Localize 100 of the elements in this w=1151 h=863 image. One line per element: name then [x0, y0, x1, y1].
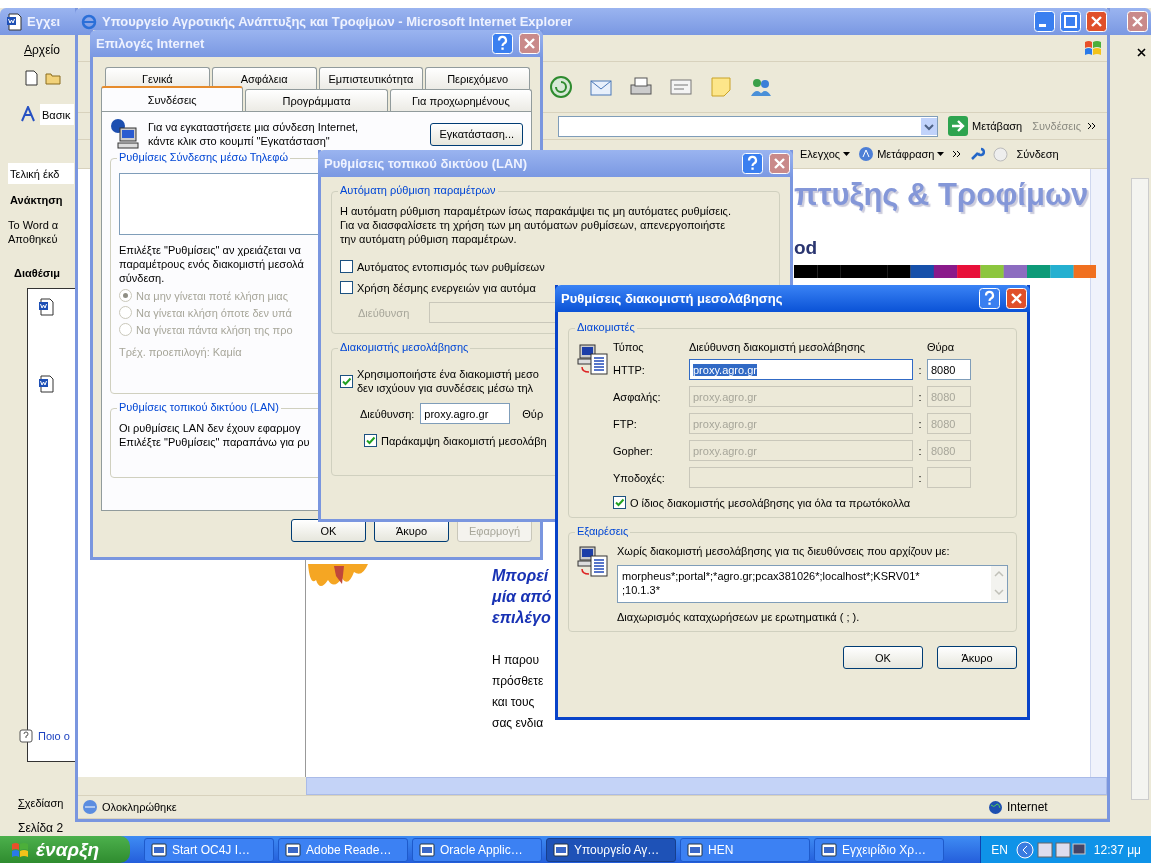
taskbar-button[interactable]: Oracle Applic… [412, 837, 542, 862]
separator-text: : [917, 471, 923, 484]
checkbox[interactable] [340, 281, 353, 294]
app-icon [687, 841, 703, 858]
close-icon[interactable] [769, 153, 790, 174]
checkbox-label[interactable]: Ο ίδιος διακομιστής μεσολάβησης για όλα τα πρωτόκολλα [630, 496, 911, 509]
checkbox[interactable] [340, 260, 353, 273]
pane-title: Ανάκτηση [10, 194, 63, 206]
help-icon[interactable] [742, 153, 763, 174]
close-icon[interactable] [1086, 11, 1107, 32]
lead-text: Μπορεί [492, 567, 549, 585]
word-document-icon [38, 375, 54, 393]
display-field[interactable]: Τελική έκδ [8, 163, 74, 184]
taskbar-button[interactable]: Εγχειρίδιο Χρ… [814, 837, 944, 862]
column-header: Τύπος [613, 341, 645, 353]
wrench-icon[interactable] [969, 146, 986, 162]
help-link[interactable]: Ποιο ο [38, 730, 70, 742]
separator-text: : [917, 390, 923, 403]
checkbox-label[interactable]: Χρήση δέσμης ενεργειών για αυτόμα [357, 281, 536, 294]
tray-icons-drawing[interactable] [1015, 840, 1086, 859]
word-document-icon [6, 12, 22, 31]
dropdown-icon[interactable] [921, 117, 937, 135]
exceptions-label: Χωρίς διακομιστή μεσολάβησης για τις διευθύνσεις που αρχίζουν με: [617, 545, 951, 557]
tab[interactable]: Ασφάλεια [211, 67, 317, 89]
setup-button[interactable]: Εγκατάσταση... [430, 122, 523, 146]
hint-text: Επιλέξτε "Ρυθμίσεις" αν χρειάζεται να παραμέτρους ενός διακομιστή μεσολά σύνδεση. [119, 243, 304, 285]
status-text: Σελίδα 2 [18, 821, 64, 835]
start-button[interactable]: έναρξη [0, 836, 130, 863]
clock: 12:37 μμ [1093, 842, 1141, 857]
checkbox-label[interactable]: Παράκαμψη διακομιστή μεσολάβη [381, 434, 547, 447]
checkbox[interactable] [340, 374, 353, 388]
body-text: Η παρου [492, 653, 540, 667]
view-label[interactable]: Σχεδίαση [18, 797, 64, 809]
tab[interactable]: Προγράμματα [245, 89, 388, 111]
zone-label: Internet [1007, 800, 1049, 814]
body-text: και τους [492, 695, 535, 709]
port-field[interactable]: 8080 [927, 359, 971, 380]
caret-icon[interactable] [843, 152, 851, 156]
taskbar-button[interactable]: Υπουργείο Αγ… [546, 837, 676, 862]
checkbox[interactable] [613, 496, 626, 509]
sign-in-button[interactable]: Σύνδεση [1016, 148, 1059, 160]
checkbox[interactable] [364, 434, 377, 447]
tab[interactable]: Περιεχόμενο [425, 67, 530, 89]
toolbar-item[interactable]: Ελεγχος [800, 148, 841, 160]
dialog-button[interactable]: Άκυρο [937, 646, 1017, 669]
caret-icon[interactable] [937, 152, 945, 156]
close-document-icon[interactable] [1137, 48, 1146, 57]
folder-icon[interactable] [45, 71, 62, 85]
tab[interactable]: Για προχωρημένους [389, 89, 532, 111]
styles-icon[interactable] [20, 106, 37, 122]
dialog-button[interactable]: OK [843, 646, 923, 669]
tab[interactable]: Συνδέσεις [101, 86, 244, 111]
tab[interactable]: Εμπιστευτικότητα [318, 67, 424, 89]
style-field[interactable]: Βασικ [40, 104, 74, 125]
row-label: Gopher: [613, 444, 654, 457]
help-icon[interactable] [492, 33, 513, 54]
network-computer-icon [577, 545, 611, 579]
lead-text: επιλέγο [492, 609, 551, 627]
chevron-icon[interactable] [952, 150, 962, 158]
minimize-icon[interactable] [1034, 11, 1055, 32]
body-text: σας ενδια [492, 716, 544, 730]
exceptions-text: morpheus*;portal*;*agro.gr;pcax381026*;localhost*;KSRV01* ;10.1.3* [621, 569, 921, 598]
window-title: Εγχει [27, 14, 61, 29]
checkbox-label[interactable]: Χρησιμοποιήστε ένα διακομιστή μεσο δεν ισχύουν για συνδέσεις μέσω τηλ [357, 367, 539, 395]
horizontal-scrollbar[interactable] [306, 777, 1107, 795]
new-document-icon[interactable] [25, 70, 38, 86]
scrollbar[interactable] [1090, 169, 1107, 777]
close-icon[interactable] [1006, 288, 1027, 309]
row-label: Ασφαλής: [613, 390, 662, 403]
body-text: πρόσθετε [492, 674, 544, 688]
network-computer-icon [577, 342, 611, 377]
close-icon[interactable] [519, 33, 540, 54]
group-title: Διακομιστές [575, 321, 637, 333]
taskbar-button[interactable]: Start OC4J I… [144, 837, 274, 862]
globe-icon [988, 799, 1003, 815]
group-title: Αυτόματη ρύθμιση παραμέτρων [338, 184, 498, 196]
port-field[interactable] [927, 467, 971, 488]
taskbar-button[interactable]: Adobe Reade… [278, 837, 408, 862]
close-icon[interactable] [1127, 11, 1148, 32]
checkbox-label[interactable]: Αυτόματος εντοπισμός των ρυθμίσεων [357, 260, 545, 273]
exceptions-field[interactable]: morpheus*;portal*;*agro.gr;pcax381026*;localhost*;KSRV01* ;10.1.3* [617, 565, 1008, 603]
chevron-icon[interactable] [1087, 122, 1096, 130]
setup-text: Για να εγκαταστήσετε μια σύνδεση Internet, κάντε κλικ στο κουμπί "Εγκατάσταση" [148, 120, 360, 148]
refresh-icon[interactable] [548, 74, 574, 100]
menu-item[interactable]: Αρχείο [24, 43, 60, 57]
scrollbar[interactable] [1131, 178, 1149, 800]
help-icon[interactable] [979, 288, 1000, 309]
group-title: Ρυθμίσεις Σύνδεσης μέσω Τηλεφώ [117, 151, 290, 163]
toolbar-item[interactable]: Μετάφραση [877, 148, 935, 160]
tab[interactable]: Γενικά [105, 67, 210, 89]
app-icon [285, 841, 301, 858]
address-field[interactable]: proxy.agro.gr [420, 403, 511, 424]
address-field[interactable]: proxy.agro.gr [689, 359, 913, 380]
taskbar-button[interactable]: HEN [680, 837, 810, 862]
app-icon [151, 841, 167, 858]
window-title: Επιλογές Internet [96, 36, 206, 51]
go-button[interactable]: Μετάβαση [944, 114, 1027, 138]
maximize-icon[interactable] [1060, 11, 1081, 32]
address-field[interactable] [558, 115, 938, 137]
field-label: Διεύθυνση: [360, 407, 415, 420]
